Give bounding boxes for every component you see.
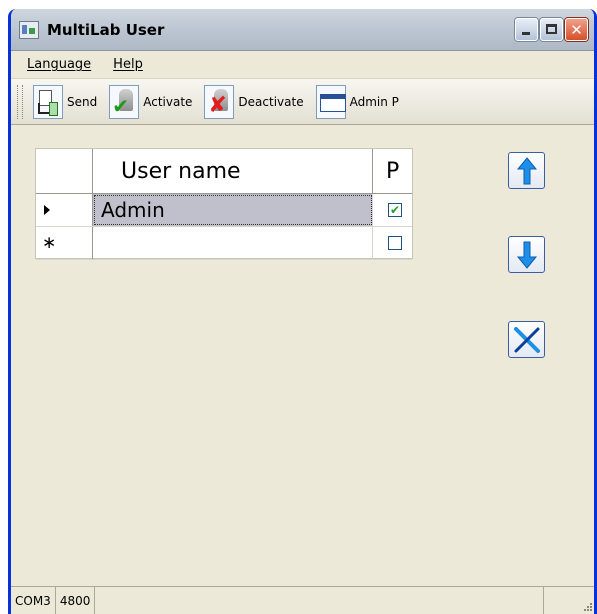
close-icon: ✕ — [570, 20, 583, 39]
column-header-user-name[interactable]: User name — [93, 149, 373, 193]
users-grid: User name P Admin ✔ ∗ — [35, 148, 413, 260]
maximize-icon — [546, 24, 557, 34]
activate-label: Activate — [143, 94, 193, 109]
current-row-icon — [44, 205, 50, 215]
cell-user-name-new[interactable] — [93, 227, 373, 259]
status-port: COM3 — [11, 587, 56, 614]
admin-p-button[interactable]: Admin P — [315, 84, 405, 119]
menu-help[interactable]: Help — [113, 57, 143, 72]
row-header-current[interactable] — [36, 194, 93, 226]
minimize-icon — [522, 32, 530, 35]
move-up-button[interactable] — [508, 152, 545, 189]
send-to-device-icon — [33, 84, 63, 119]
deactivate-button[interactable]: ✘ Deactivate — [204, 84, 309, 119]
resize-grip-icon[interactable] — [580, 587, 594, 614]
multilab-app-icon — [19, 20, 39, 39]
menu-language[interactable]: Language — [27, 57, 91, 72]
cell-user-name[interactable]: Admin — [93, 194, 373, 226]
p-checkbox-checked[interactable]: ✔ — [388, 203, 402, 217]
move-down-button[interactable] — [508, 236, 545, 273]
admin-p-label: Admin P — [349, 94, 399, 109]
table-row-new[interactable]: ∗ — [36, 227, 412, 260]
cell-p-new — [373, 227, 412, 259]
title-bar[interactable]: MultiLab User ✕ — [11, 9, 594, 51]
grid-header: User name P — [36, 149, 412, 194]
new-row-marker: ∗ — [42, 232, 57, 253]
pen-cross-icon — [513, 326, 540, 353]
close-button[interactable]: ✕ — [565, 18, 588, 41]
arrow-down-icon — [516, 241, 537, 269]
deactivate-label: Deactivate — [238, 94, 304, 109]
column-header-p[interactable]: P — [373, 149, 412, 193]
arrow-up-icon — [516, 156, 537, 184]
table-row[interactable]: Admin ✔ — [36, 194, 412, 227]
status-baud: 4800 — [56, 587, 96, 614]
send-label: Send — [67, 94, 98, 109]
toolbar: Send ✔ Activate ✘ Deactivate Admin P — [11, 79, 594, 125]
activate-button[interactable]: ✔ Activate — [109, 84, 198, 119]
cell-p: ✔ — [373, 194, 412, 226]
keys-check-icon: ✔ — [109, 84, 140, 119]
toolbar-grip[interactable] — [17, 84, 23, 119]
main-content: User name P Admin ✔ ∗ — [11, 125, 594, 580]
maximize-button[interactable] — [540, 18, 563, 41]
delete-button[interactable] — [508, 321, 545, 358]
status-empty-panel — [95, 587, 545, 614]
p-checkbox-unchecked[interactable] — [388, 236, 402, 250]
window-title: MultiLab User — [47, 20, 165, 39]
keys-cross-icon: ✘ — [204, 84, 235, 119]
status-bar: COM3 4800 — [11, 586, 594, 614]
minimize-button[interactable] — [515, 18, 538, 41]
menu-bar: Language Help — [11, 51, 594, 79]
send-button[interactable]: Send — [33, 84, 103, 119]
admin-window-icon — [315, 84, 346, 119]
row-header-new[interactable]: ∗ — [36, 227, 93, 259]
app-window: MultiLab User ✕ Language Help Send ✔ Act… — [8, 9, 597, 614]
row-header-corner[interactable] — [36, 149, 93, 193]
